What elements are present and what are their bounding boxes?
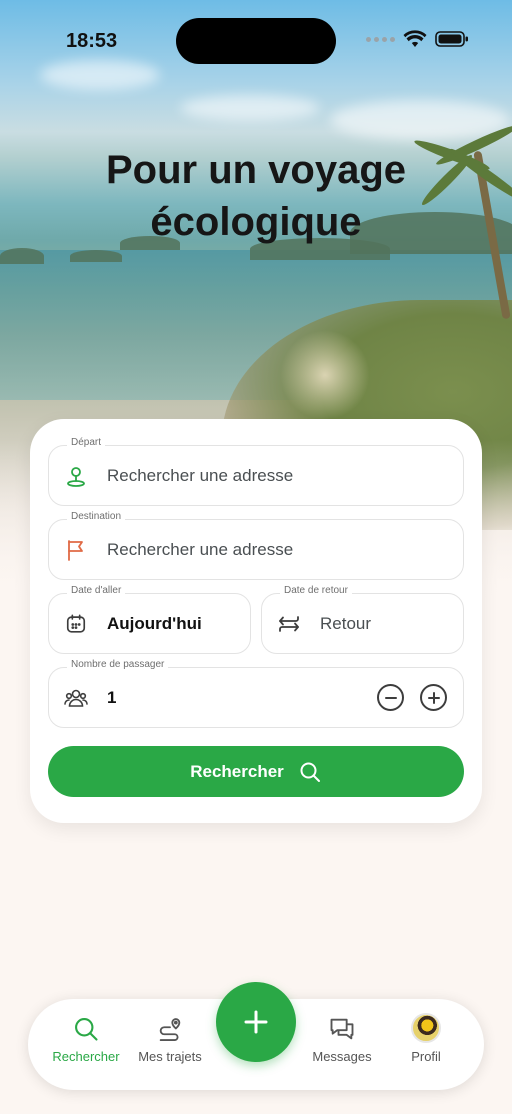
departure-input[interactable]: Rechercher une adresse — [107, 466, 293, 486]
destination-label: Destination — [67, 511, 126, 522]
date-return-field[interactable]: Date de retour Retour — [261, 585, 464, 654]
date-out-value: Aujourd'hui — [107, 613, 202, 633]
passengers-count: 1 — [107, 687, 117, 707]
battery-icon — [435, 31, 468, 47]
title-line-2: écologique — [150, 200, 362, 244]
decrement-button[interactable] — [377, 684, 404, 711]
nav-label-rechercher: Rechercher — [52, 1049, 120, 1064]
date-return-value: Retour — [320, 613, 372, 633]
increment-button[interactable] — [420, 684, 447, 711]
dynamic-island — [176, 18, 336, 64]
search-icon — [300, 762, 320, 782]
users-icon — [63, 685, 89, 711]
cellular-icon — [366, 36, 395, 42]
plus-icon — [244, 1010, 268, 1034]
nav-item-mes-trajets[interactable]: Mes trajets — [134, 1015, 206, 1064]
nav-label-profil: Profil — [411, 1049, 441, 1064]
passengers-field: Nombre de passager 1 — [48, 659, 464, 728]
calendar-icon — [63, 611, 89, 637]
chat-icon — [330, 1018, 354, 1040]
search-button[interactable]: Rechercher — [48, 746, 464, 797]
date-return-label: Date de retour — [280, 585, 352, 596]
swap-arrows-icon — [276, 611, 302, 637]
location-pin-icon — [63, 463, 89, 489]
search-icon — [75, 1018, 98, 1041]
page-title: Pour un voyage écologique — [0, 144, 512, 248]
add-trip-button[interactable] — [216, 982, 296, 1062]
departure-field[interactable]: Départ Rechercher une adresse — [48, 437, 464, 506]
search-card: Départ Rechercher une adresse Destinatio… — [30, 419, 482, 823]
date-out-label: Date d'aller — [67, 585, 126, 596]
nav-item-rechercher[interactable]: Rechercher — [50, 1015, 122, 1064]
route-icon — [159, 1018, 181, 1042]
status-time: 18:53 — [66, 30, 118, 52]
minus-icon — [384, 696, 397, 699]
departure-label: Départ — [67, 437, 106, 448]
nav-item-profil[interactable]: Profil — [390, 1013, 462, 1064]
title-line-1: Pour un voyage — [105, 148, 407, 192]
search-button-label: Rechercher — [190, 761, 284, 781]
passengers-stepper — [377, 684, 447, 711]
nav-item-messages[interactable]: Messages — [306, 1015, 378, 1064]
status-indicators — [366, 30, 469, 48]
plus-icon — [427, 691, 440, 704]
nav-label-messages: Messages — [312, 1049, 372, 1064]
flag-icon — [63, 537, 89, 563]
date-out-field[interactable]: Date d'aller Aujourd'hui — [48, 585, 251, 654]
avatar — [411, 1013, 441, 1043]
destination-input[interactable]: Rechercher une adresse — [107, 540, 293, 560]
passengers-label: Nombre de passager — [67, 659, 169, 670]
wifi-icon — [403, 30, 427, 47]
destination-field[interactable]: Destination Rechercher une adresse — [48, 511, 464, 580]
nav-label-mes-trajets: Mes trajets — [138, 1049, 202, 1064]
